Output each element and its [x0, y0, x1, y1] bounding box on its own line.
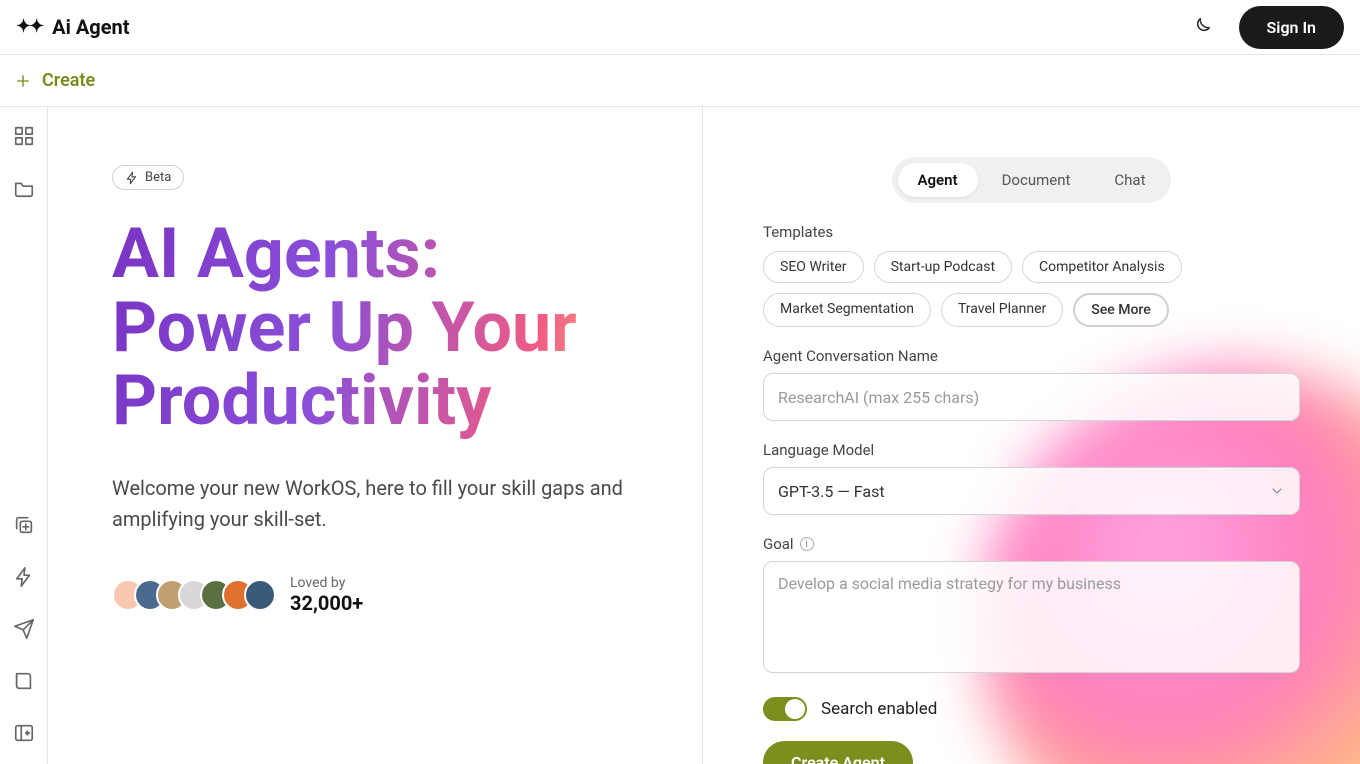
panel-collapse-icon[interactable] — [13, 722, 35, 744]
mode-tabs: Agent Document Chat — [892, 157, 1172, 203]
loved-by-section: Loved by 32,000+ — [112, 575, 646, 615]
language-model-select[interactable]: GPT-3.5 — Fast — [763, 467, 1300, 515]
rail-top-group — [13, 125, 35, 199]
brand: ✦✦ Ai Agent — [16, 15, 130, 39]
beta-badge: Beta — [112, 165, 184, 190]
body: Beta AI Agents: Power Up Your Productivi… — [0, 107, 1360, 764]
goal-textarea[interactable] — [763, 561, 1300, 673]
hero-subtitle: Welcome your new WorkOS, here to fill yo… — [112, 473, 632, 535]
avatar-stack — [112, 579, 276, 611]
tab-document[interactable]: Document — [982, 163, 1091, 197]
create-label: Create — [42, 70, 95, 91]
create-agent-label: Create Agent — [791, 753, 885, 764]
sparkle-icon: ✦✦ — [16, 18, 42, 36]
toggle-knob — [785, 699, 805, 719]
template-travel-planner[interactable]: Travel Planner — [941, 293, 1063, 327]
bolt-small-icon — [125, 171, 139, 185]
dashboard-icon[interactable] — [13, 125, 35, 147]
bolt-icon[interactable] — [13, 566, 35, 588]
templates-chips: SEO Writer Start-up Podcast Competitor A… — [763, 251, 1300, 327]
search-enabled-toggle[interactable] — [763, 697, 807, 721]
chevron-down-icon — [1269, 483, 1285, 499]
tab-agent-label: Agent — [918, 171, 958, 189]
moon-icon — [1190, 16, 1212, 38]
top-right: Sign In — [1183, 6, 1344, 49]
sign-in-label: Sign In — [1267, 18, 1316, 37]
hero-title: AI Agents: Power Up Your Productivity — [112, 218, 646, 439]
plus-icon — [14, 72, 32, 90]
info-icon[interactable]: i — [800, 537, 814, 551]
tab-agent[interactable]: Agent — [898, 163, 978, 197]
template-startup-podcast[interactable]: Start-up Podcast — [874, 251, 1012, 283]
search-enabled-label: Search enabled — [821, 699, 937, 719]
beta-label: Beta — [145, 170, 171, 185]
brand-name: Ai Agent — [52, 15, 129, 39]
language-model-value: GPT-3.5 — Fast — [778, 482, 885, 501]
tab-chat-label: Chat — [1114, 171, 1145, 189]
language-model-label: Language Model — [763, 441, 1300, 459]
templates-field: Templates SEO Writer Start-up Podcast Co… — [763, 223, 1300, 327]
config-inner: Agent Document Chat Templates SEO Writer… — [763, 157, 1300, 764]
send-icon[interactable] — [13, 618, 35, 640]
conv-name-label: Agent Conversation Name — [763, 347, 1300, 365]
template-see-more[interactable]: See More — [1073, 293, 1168, 327]
create-agent-button[interactable]: Create Agent — [763, 741, 913, 764]
templates-label: Templates — [763, 223, 1300, 241]
sign-in-button[interactable]: Sign In — [1239, 6, 1344, 49]
tab-chat[interactable]: Chat — [1094, 163, 1165, 197]
book-icon[interactable] — [13, 670, 35, 692]
loved-text: Loved by 32,000+ — [290, 575, 363, 615]
hero-title-line3: Productivity — [112, 360, 491, 442]
loved-by-label: Loved by — [290, 575, 363, 591]
search-enabled-row: Search enabled — [763, 697, 1300, 721]
template-market-segmentation[interactable]: Market Segmentation — [763, 293, 931, 327]
avatar — [244, 579, 276, 611]
secondary-bar[interactable]: Create — [0, 55, 1360, 107]
top-bar: ✦✦ Ai Agent Sign In — [0, 0, 1360, 55]
hero-title-line1: AI Agents: — [112, 213, 440, 295]
conv-name-field: Agent Conversation Name — [763, 347, 1300, 421]
loved-count: 32,000+ — [290, 591, 363, 615]
config-pane: Agent Document Chat Templates SEO Writer… — [703, 107, 1360, 764]
copy-plus-icon[interactable] — [13, 514, 35, 536]
template-seo-writer[interactable]: SEO Writer — [763, 251, 864, 283]
hero-pane: Beta AI Agents: Power Up Your Productivi… — [48, 107, 703, 764]
goal-label: Goal — [763, 535, 794, 553]
goal-field: Goal i — [763, 535, 1300, 677]
sidebar-rail — [0, 107, 48, 764]
hero-title-line2: Power Up Your — [112, 287, 577, 369]
rail-bottom-group — [13, 514, 35, 764]
folder-icon[interactable] — [13, 177, 35, 199]
language-model-field: Language Model GPT-3.5 — Fast — [763, 441, 1300, 515]
tab-document-label: Document — [1002, 171, 1071, 189]
conv-name-input[interactable] — [763, 373, 1300, 421]
template-competitor-analysis[interactable]: Competitor Analysis — [1022, 251, 1182, 283]
theme-toggle-button[interactable] — [1183, 9, 1219, 45]
